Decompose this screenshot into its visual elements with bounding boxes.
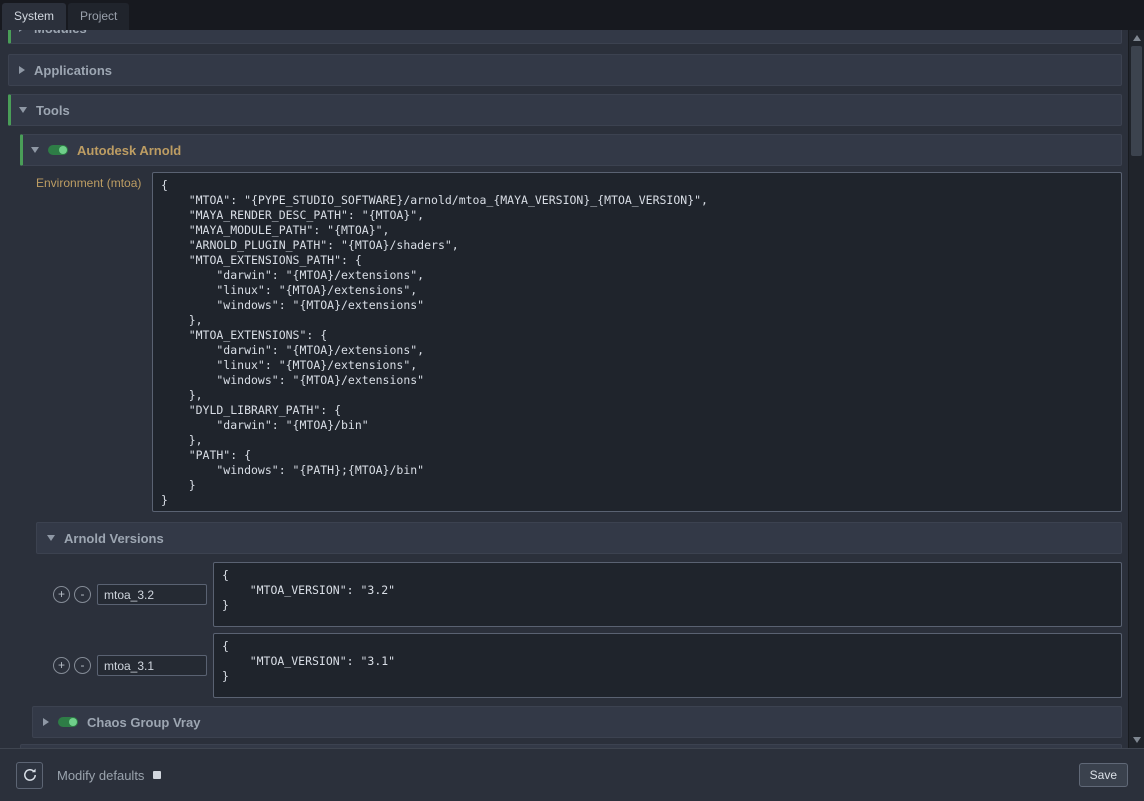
refresh-button[interactable]: [16, 762, 43, 789]
chevron-down-icon: [19, 107, 27, 113]
scrollbar-thumb[interactable]: [1131, 46, 1142, 156]
version-json-textarea[interactable]: { "MTOA_VERSION": "3.2" }: [213, 562, 1122, 627]
arrow-up-icon: [1133, 35, 1141, 41]
version-key-input[interactable]: [97, 584, 207, 605]
settings-content: Modules Applications Tools: [0, 30, 1144, 748]
chevron-right-icon: [19, 66, 25, 74]
section-label-arnold: Autodesk Arnold: [77, 143, 181, 158]
remove-version-button[interactable]: -: [74, 657, 91, 674]
version-row-buttons: + -: [53, 657, 91, 674]
section-header-arnold[interactable]: Autodesk Arnold: [20, 134, 1122, 166]
section-label-vray: Chaos Group Vray: [87, 715, 200, 730]
section-label-modules: Modules: [34, 30, 87, 36]
environment-json-textarea[interactable]: { "MTOA": "{PYPE_STUDIO_SOFTWARE}/arnold…: [152, 172, 1122, 512]
section-tools: Tools Autodesk Arnold Envir: [8, 94, 1122, 748]
section-header-arnold-versions[interactable]: Arnold Versions: [36, 522, 1122, 554]
arrow-down-icon: [1133, 737, 1141, 743]
section-label-tools: Tools: [36, 103, 70, 118]
tools-section-body: Autodesk Arnold Environment (mtoa) { "MT…: [8, 126, 1122, 748]
version-key-input[interactable]: [97, 655, 207, 676]
tab-project[interactable]: Project: [68, 3, 129, 30]
environment-row: Environment (mtoa) { "MTOA": "{PYPE_STUD…: [36, 172, 1122, 512]
version-row-buttons: + -: [53, 586, 91, 603]
chevron-down-icon: [31, 147, 39, 153]
settings-window: System Project Modules Applications Tool…: [0, 0, 1144, 801]
section-header-modules[interactable]: Modules: [8, 30, 1122, 44]
section-label-arnold-versions: Arnold Versions: [64, 531, 164, 546]
chevron-right-icon: [19, 30, 25, 32]
add-version-button[interactable]: +: [53, 586, 70, 603]
chevron-right-icon: [43, 718, 49, 726]
enabled-toggle-icon[interactable]: [48, 145, 68, 155]
add-version-button[interactable]: +: [53, 657, 70, 674]
footer-bar: Modify defaults Save: [0, 748, 1144, 801]
refresh-icon: [22, 767, 38, 783]
modify-defaults-label: Modify defaults: [57, 768, 144, 783]
arnold-section-body: Environment (mtoa) { "MTOA": "{PYPE_STUD…: [20, 166, 1122, 698]
save-button[interactable]: Save: [1079, 763, 1128, 787]
settings-scroll-area: Modules Applications Tools: [0, 30, 1128, 748]
version-row: + - { "MTOA_VERSION": "3.2" }: [53, 562, 1122, 627]
tab-bar: System Project: [0, 0, 1144, 30]
modify-defaults-checkbox[interactable]: [153, 771, 161, 779]
section-header-partial[interactable]: [20, 744, 1122, 748]
remove-version-button[interactable]: -: [74, 586, 91, 603]
enabled-toggle-icon[interactable]: [58, 717, 78, 727]
section-header-vray[interactable]: Chaos Group Vray: [32, 706, 1122, 738]
section-header-tools[interactable]: Tools: [8, 94, 1122, 126]
scroll-up-button[interactable]: [1129, 30, 1144, 46]
version-row: + - { "MTOA_VERSION": "3.1" }: [53, 633, 1122, 698]
chevron-down-icon: [47, 535, 55, 541]
arnold-section: Autodesk Arnold Environment (mtoa) { "MT…: [20, 134, 1122, 698]
vertical-scrollbar[interactable]: [1128, 30, 1144, 748]
scroll-down-button[interactable]: [1129, 732, 1144, 748]
section-label-applications: Applications: [34, 63, 112, 78]
section-header-applications[interactable]: Applications: [8, 54, 1122, 86]
modify-defaults-control: Modify defaults: [57, 768, 161, 783]
environment-label: Environment (mtoa): [36, 172, 148, 512]
version-json-textarea[interactable]: { "MTOA_VERSION": "3.1" }: [213, 633, 1122, 698]
tab-system[interactable]: System: [2, 3, 66, 30]
